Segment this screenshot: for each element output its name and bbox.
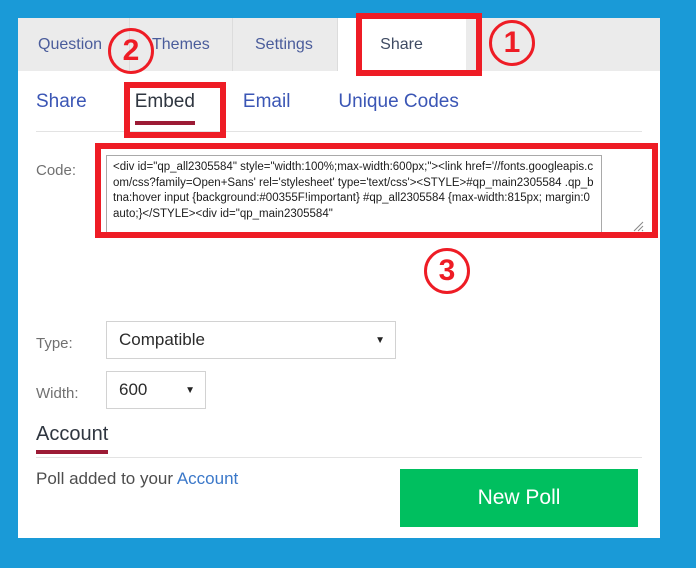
tab-themes[interactable]: Themes	[130, 18, 233, 71]
subtab-share[interactable]: Share	[36, 89, 87, 125]
subtab-embed[interactable]: Embed	[134, 89, 196, 125]
account-link[interactable]: Account	[177, 469, 238, 488]
share-panel: Share Embed Email Unique Codes Code: <di…	[18, 71, 660, 538]
subtab-email[interactable]: Email	[243, 89, 291, 125]
width-row: Width: 600 ▼	[36, 371, 206, 409]
embed-code-row: Code: <div id="qp_all2305584" style="wid…	[36, 155, 646, 233]
tab-question[interactable]: Question	[18, 18, 130, 71]
width-select-value: 600	[119, 380, 148, 399]
width-label: Width:	[36, 385, 79, 402]
tab-settings[interactable]: Settings	[233, 18, 338, 71]
type-row: Type: Compatible ▼	[36, 321, 396, 359]
account-section-header: Account	[36, 423, 642, 458]
width-select[interactable]: 600 ▼	[106, 371, 206, 409]
new-poll-button[interactable]: New Poll	[400, 469, 638, 527]
chevron-down-icon: ▼	[375, 334, 385, 346]
type-select[interactable]: Compatible ▼	[106, 321, 396, 359]
resize-handle-icon[interactable]	[633, 221, 644, 232]
account-heading: Account	[36, 423, 109, 454]
subtab-unique-codes[interactable]: Unique Codes	[338, 89, 458, 125]
code-label: Code:	[36, 162, 77, 179]
chevron-down-icon: ▼	[185, 384, 195, 396]
account-message-prefix: Poll added to your	[36, 469, 177, 488]
tab-share[interactable]: Share	[338, 18, 466, 71]
type-select-value: Compatible	[119, 330, 205, 349]
main-tab-bar: Question Themes Settings Share	[18, 18, 660, 71]
embed-code-textarea[interactable]: <div id="qp_all2305584" style="width:100…	[106, 155, 602, 233]
share-sub-tab-bar: Share Embed Email Unique Codes	[36, 89, 642, 132]
account-message: Poll added to your Account	[36, 469, 238, 489]
type-label: Type:	[36, 335, 73, 352]
